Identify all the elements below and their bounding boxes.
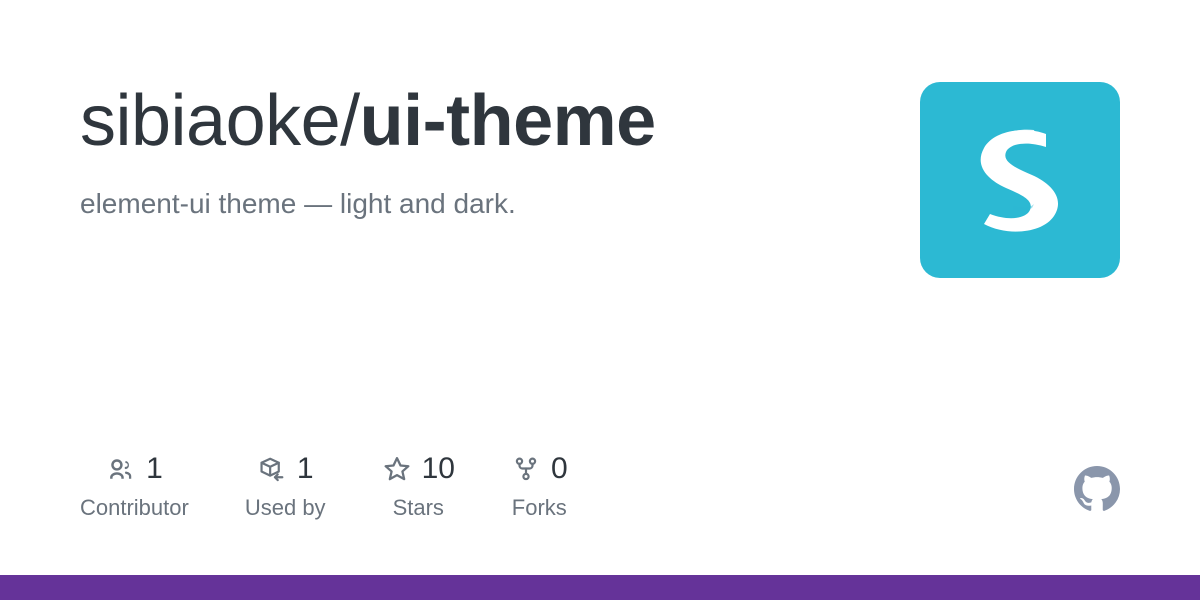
people-icon — [106, 454, 136, 484]
repository-stats: 1 Contributor 1 Used by 10 Stars 0 Forks — [80, 452, 568, 522]
stat-used-by: 1 Used by — [245, 452, 326, 522]
stat-count: 1 — [296, 452, 314, 485]
stat-top-row: 1 — [257, 452, 314, 486]
repository-name: ui-theme — [359, 81, 657, 161]
stat-top-row: 10 — [382, 452, 455, 486]
stat-count: 1 — [146, 452, 163, 485]
repository-description: element-ui theme — light and dark. — [80, 188, 516, 219]
repository-owner: sibiaoke/ — [80, 81, 360, 161]
stat-label: Stars — [392, 495, 444, 520]
stat-stars: 10 Stars — [382, 452, 455, 522]
page-title: sibiaoke/ui-theme — [80, 78, 880, 164]
stat-label: Contributor — [80, 495, 189, 520]
repository-social-preview-card: sibiaoke/ui-theme element-ui theme — lig… — [0, 0, 1200, 600]
stat-count: 10 — [421, 452, 455, 485]
stat-label: Used by — [244, 495, 326, 520]
package-dependents-icon — [257, 454, 287, 484]
stat-count: 0 — [550, 452, 568, 485]
stat-contributors: 1 Contributor — [80, 452, 189, 522]
repository-header: sibiaoke/ui-theme element-ui theme — lig… — [80, 78, 880, 222]
star-icon — [382, 454, 412, 484]
github-octocat-icon — [1074, 466, 1120, 512]
stat-label: Forks — [511, 495, 567, 520]
stat-top-row: 0 — [511, 452, 568, 486]
avatar — [920, 82, 1120, 278]
bottom-accent-bar — [0, 575, 1200, 600]
stat-forks: 0 Forks — [511, 452, 568, 522]
brush-stroke-s-logo-icon — [980, 129, 1059, 232]
stat-top-row: 1 — [106, 452, 163, 486]
repo-forked-icon — [511, 454, 541, 484]
